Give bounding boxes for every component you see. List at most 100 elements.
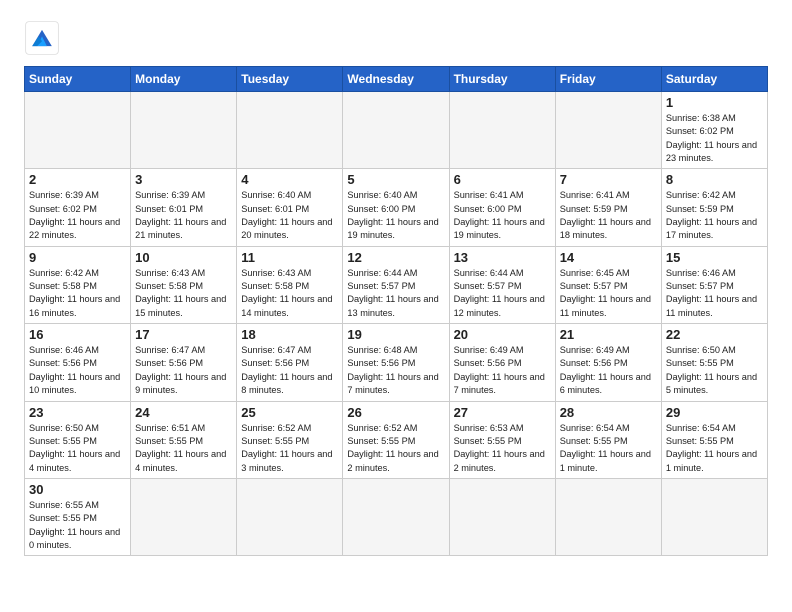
calendar-cell: 3Sunrise: 6:39 AMSunset: 6:01 PMDaylight… bbox=[131, 169, 237, 246]
day-number: 14 bbox=[560, 250, 657, 265]
sunrise-label: Sunrise: 6:54 AM bbox=[666, 423, 736, 433]
sunset-label: Sunset: 6:01 PM bbox=[135, 204, 203, 214]
calendar-cell: 15 Sunrise: 6:46 AMSunset: 5:57 PMDayligh… bbox=[661, 246, 767, 323]
calendar-cell: 12Sunrise: 6:44 AMSunset: 5:57 PMDayligh… bbox=[343, 246, 449, 323]
daylight-label: Daylight: 11 hours and 10 minutes. bbox=[29, 372, 120, 395]
sunrise-label: Sunrise: 6:41 AM bbox=[560, 190, 630, 200]
calendar-cell: 10Sunrise: 6:43 AMSunset: 5:58 PMDayligh… bbox=[131, 246, 237, 323]
sunset-label: Sunset: 5:57 PM bbox=[347, 281, 415, 291]
calendar-cell bbox=[449, 478, 555, 555]
day-info: Sunrise: 6:39 AMSunset: 6:02 PMDaylight:… bbox=[29, 189, 126, 242]
sunset-label: Sunset: 5:55 PM bbox=[560, 436, 628, 446]
daylight-label: Daylight: 11 hours and 2 minutes. bbox=[347, 449, 438, 472]
sunrise-label: Sunrise: 6:41 AM bbox=[454, 190, 524, 200]
day-info: Sunrise: 6:38 AMSunset: 6:02 PMDaylight:… bbox=[666, 112, 763, 165]
sunset-label: Sunset: 5:55 PM bbox=[29, 513, 97, 523]
day-info: Sunrise: 6:41 AMSunset: 5:59 PMDaylight:… bbox=[560, 189, 657, 242]
sunset-label: Sunset: 5:55 PM bbox=[29, 436, 97, 446]
daylight-label: Daylight: 11 hours and 21 minutes. bbox=[135, 217, 226, 240]
daylight-label: Daylight: 11 hours and 1 minute. bbox=[560, 449, 651, 472]
daylight-label: Daylight: 11 hours and 4 minutes. bbox=[29, 449, 120, 472]
calendar-cell bbox=[449, 92, 555, 169]
calendar-cell: 24Sunrise: 6:51 AMSunset: 5:55 PMDayligh… bbox=[131, 401, 237, 478]
calendar-cell: 30Sunrise: 6:55 AMSunset: 5:55 PMDayligh… bbox=[25, 478, 131, 555]
day-info: Sunrise: 6:46 AMSunset: 5:57 PMDaylight:… bbox=[666, 267, 763, 320]
weekday-header-wednesday: Wednesday bbox=[343, 67, 449, 92]
day-number: 19 bbox=[347, 327, 444, 342]
day-number: 18 bbox=[241, 327, 338, 342]
day-info: Sunrise: 6:52 AMSunset: 5:55 PMDaylight:… bbox=[241, 422, 338, 475]
day-info: Sunrise: 6:44 AMSunset: 5:57 PMDaylight:… bbox=[454, 267, 551, 320]
calendar-cell: 26Sunrise: 6:52 AMSunset: 5:55 PMDayligh… bbox=[343, 401, 449, 478]
day-info: Sunrise: 6:47 AMSunset: 5:56 PMDaylight:… bbox=[241, 344, 338, 397]
weekday-header-sunday: Sunday bbox=[25, 67, 131, 92]
daylight-label: Daylight: 11 hours and 2 minutes. bbox=[454, 449, 545, 472]
weekday-header-monday: Monday bbox=[131, 67, 237, 92]
day-number: 26 bbox=[347, 405, 444, 420]
generalblue-icon bbox=[24, 20, 60, 56]
daylight-label: Daylight: 11 hours and 0 minutes. bbox=[29, 527, 120, 550]
page: SundayMondayTuesdayWednesdayThursdayFrid… bbox=[0, 0, 792, 572]
sunset-label: Sunset: 5:58 PM bbox=[29, 281, 97, 291]
day-number: 24 bbox=[135, 405, 232, 420]
sunset-label: Sunset: 5:57 PM bbox=[560, 281, 628, 291]
calendar-cell: 1 Sunrise: 6:38 AMSunset: 6:02 PMDaylight… bbox=[661, 92, 767, 169]
sunrise-label: Sunrise: 6:46 AM bbox=[29, 345, 99, 355]
week-row-0: 1 Sunrise: 6:38 AMSunset: 6:02 PMDaylight… bbox=[25, 92, 768, 169]
daylight-label: Daylight: 11 hours and 9 minutes. bbox=[135, 372, 226, 395]
daylight-label: Daylight: 11 hours and 7 minutes. bbox=[454, 372, 545, 395]
day-info: Sunrise: 6:40 AMSunset: 6:01 PMDaylight:… bbox=[241, 189, 338, 242]
day-number: 3 bbox=[135, 172, 232, 187]
sunrise-label: Sunrise: 6:42 AM bbox=[29, 268, 99, 278]
daylight-label: Daylight: 11 hours and 6 minutes. bbox=[560, 372, 651, 395]
day-info: Sunrise: 6:42 AMSunset: 5:59 PMDaylight:… bbox=[666, 189, 763, 242]
calendar-cell bbox=[237, 92, 343, 169]
day-info: Sunrise: 6:41 AMSunset: 6:00 PMDaylight:… bbox=[454, 189, 551, 242]
daylight-label: Daylight: 11 hours and 7 minutes. bbox=[347, 372, 438, 395]
day-info: Sunrise: 6:48 AM Sunset: 5:56 PM Daylight:… bbox=[347, 344, 444, 397]
sunrise-label: Sunrise: 6:54 AM bbox=[560, 423, 630, 433]
day-number: 4 bbox=[241, 172, 338, 187]
calendar-cell bbox=[131, 92, 237, 169]
day-info: Sunrise: 6:43 AMSunset: 5:58 PMDaylight:… bbox=[241, 267, 338, 320]
daylight-label: Daylight: 11 hours and 19 minutes. bbox=[454, 217, 545, 240]
daylight-label: Daylight: 11 hours and 3 minutes. bbox=[241, 449, 332, 472]
sunrise-label: Sunrise: 6:46 AM bbox=[666, 268, 736, 278]
sunset-label: Sunset: 5:56 PM bbox=[347, 358, 415, 368]
day-info: Sunrise: 6:45 AMSunset: 5:57 PMDaylight:… bbox=[560, 267, 657, 320]
day-number: 9 bbox=[29, 250, 126, 265]
daylight-label: Daylight: 11 hours and 8 minutes. bbox=[241, 372, 332, 395]
day-info: Sunrise: 6:49 AMSunset: 5:56 PMDaylight:… bbox=[454, 344, 551, 397]
daylight-label: Daylight: 11 hours and 23 minutes. bbox=[666, 140, 757, 163]
week-row-2: 9 Sunrise: 6:42 AM Sunset: 5:58 PM Daylight… bbox=[25, 246, 768, 323]
sunset-label: Sunset: 5:55 PM bbox=[666, 436, 734, 446]
calendar-cell bbox=[555, 478, 661, 555]
calendar-cell: 11Sunrise: 6:43 AMSunset: 5:58 PMDayligh… bbox=[237, 246, 343, 323]
day-number: 1 bbox=[666, 95, 763, 110]
sunrise-label: Sunrise: 6:40 AM bbox=[347, 190, 417, 200]
calendar-cell: 8Sunrise: 6:42 AMSunset: 5:59 PMDaylight… bbox=[661, 169, 767, 246]
sunrise-label: Sunrise: 6:48 AM bbox=[347, 345, 417, 355]
sunrise-label: Sunrise: 6:52 AM bbox=[347, 423, 417, 433]
sunset-label: Sunset: 5:55 PM bbox=[454, 436, 522, 446]
calendar-cell: 28Sunrise: 6:54 AMSunset: 5:55 PMDayligh… bbox=[555, 401, 661, 478]
day-info: Sunrise: 6:50 AMSunset: 5:55 PMDaylight:… bbox=[29, 422, 126, 475]
day-number: 15 bbox=[666, 250, 763, 265]
sunrise-label: Sunrise: 6:44 AM bbox=[454, 268, 524, 278]
day-info: Sunrise: 6:44 AM Sunset: 5:57 PM Daylight:… bbox=[347, 267, 444, 320]
sunrise-label: Sunrise: 6:44 AM bbox=[347, 268, 417, 278]
logo bbox=[24, 20, 66, 56]
sunset-label: Sunset: 6:00 PM bbox=[347, 204, 415, 214]
sunset-label: Sunset: 5:59 PM bbox=[560, 204, 628, 214]
calendar-cell: 17Sunrise: 6:47 AMSunset: 5:56 PMDayligh… bbox=[131, 324, 237, 401]
day-number: 29 bbox=[666, 405, 763, 420]
daylight-label: Daylight: 11 hours and 14 minutes. bbox=[241, 294, 332, 317]
sunrise-label: Sunrise: 6:50 AM bbox=[666, 345, 736, 355]
daylight-label: Daylight: 11 hours and 13 minutes. bbox=[347, 294, 438, 317]
daylight-label: Daylight: 11 hours and 20 minutes. bbox=[241, 217, 332, 240]
sunrise-label: Sunrise: 6:43 AM bbox=[241, 268, 311, 278]
calendar-cell bbox=[131, 478, 237, 555]
calendar-cell: 25Sunrise: 6:52 AMSunset: 5:55 PMDayligh… bbox=[237, 401, 343, 478]
sunrise-label: Sunrise: 6:43 AM bbox=[135, 268, 205, 278]
sunset-label: Sunset: 5:57 PM bbox=[454, 281, 522, 291]
